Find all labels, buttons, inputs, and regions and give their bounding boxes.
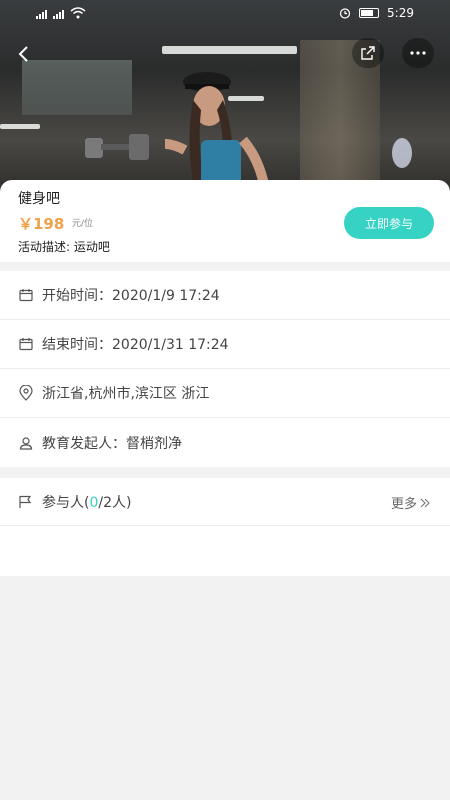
signal-icon (53, 10, 64, 19)
activity-info-card: 健身吧 ￥198 元/位 活动描述: 运动吧 立即参与 (0, 180, 450, 262)
more-options-button[interactable] (402, 38, 434, 68)
end-time-text: 结束时间：2020/1/31 17:24 (42, 337, 229, 353)
activity-title: 健身吧 (18, 191, 60, 207)
activity-description: 活动描述: 运动吧 (18, 240, 110, 254)
share-button[interactable] (352, 38, 384, 68)
join-button[interactable]: 立即参与 (344, 207, 434, 239)
dumbbell-image (85, 134, 149, 160)
hero-image (0, 0, 450, 200)
participants-label: 参与人(0/2人) (42, 494, 132, 511)
calendar-icon (18, 287, 34, 303)
participants-row: 参与人(0/2人) 更多 (0, 478, 450, 526)
back-button[interactable] (12, 42, 36, 66)
chevron-left-icon (18, 46, 28, 62)
status-bar: 5:29 (0, 0, 450, 28)
location-pin-icon (18, 385, 34, 401)
person-icon (18, 435, 34, 451)
location-text: 浙江省,杭州市,滨江区 浙江 (42, 386, 210, 402)
organizer-row: 教育发起人：督梢剂净 (0, 418, 450, 467)
signal-indicators (36, 7, 86, 19)
start-time-row: 开始时间：2020/1/9 17:24 (0, 271, 450, 320)
double-chevron-right-icon (420, 498, 430, 507)
more-participants-link[interactable]: 更多 (391, 493, 430, 512)
activity-details-list: 开始时间：2020/1/9 17:24 结束时间：2020/1/31 17:24… (0, 271, 450, 467)
organizer-text: 教育发起人：督梢剂净 (42, 435, 182, 452)
location-row[interactable]: 浙江省,杭州市,滨江区 浙江 (0, 369, 450, 418)
alarm-icon (339, 8, 351, 19)
start-time-text: 开始时间：2020/1/9 17:24 (42, 288, 220, 304)
status-time: 5:29 (387, 6, 414, 20)
more-label: 更多 (390, 497, 417, 512)
price-unit: 元/位 (72, 219, 94, 229)
participants-section: 参与人(0/2人) 更多 (0, 478, 450, 576)
flag-icon (18, 494, 34, 510)
activity-price: ￥198 (18, 215, 65, 233)
signal-icon (36, 10, 47, 19)
battery-icon (359, 8, 380, 18)
share-icon (361, 46, 375, 60)
end-time-row: 结束时间：2020/1/31 17:24 (0, 320, 450, 369)
calendar-icon (18, 336, 34, 352)
wifi-icon (70, 7, 86, 19)
ellipsis-icon (410, 51, 426, 55)
